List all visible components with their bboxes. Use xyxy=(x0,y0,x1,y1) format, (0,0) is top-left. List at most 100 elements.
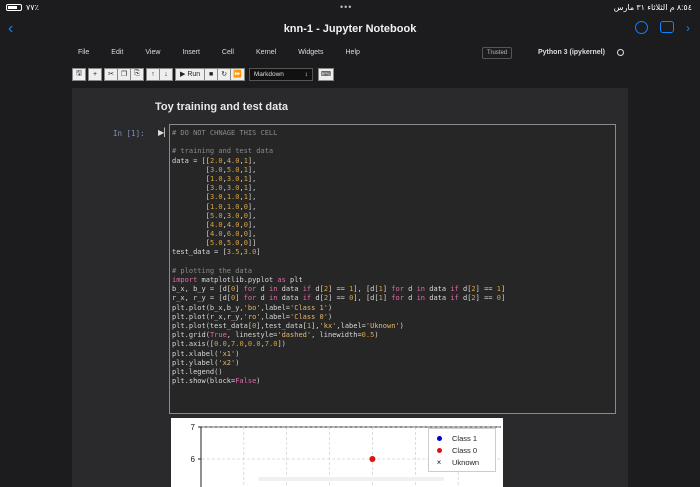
plot-legend: Class 1 Class 0 × Uknown xyxy=(428,428,496,472)
code-token: 5.0 xyxy=(209,211,223,220)
code-token: , linestyle= xyxy=(226,331,278,340)
code-token: d[ xyxy=(458,294,472,303)
status-datetime: ٨:٥٤ م الثلاثاء ٣١ مارس xyxy=(613,3,692,12)
code-token: data xyxy=(425,294,451,303)
code-token: 0.0 xyxy=(214,340,227,349)
code-token: # plotting the data xyxy=(172,266,253,275)
multitask-dots[interactable]: ••• xyxy=(340,2,352,12)
code-token: as xyxy=(277,276,286,284)
legend-entry: Class 1 xyxy=(434,432,490,444)
code-token: ], xyxy=(247,193,257,202)
code-line: [4.0,6.0,0], xyxy=(172,230,613,239)
code-token: plt xyxy=(285,276,303,284)
code-token: ], xyxy=(247,211,257,220)
code-token: plt.grid( xyxy=(172,331,210,340)
code-token: ] == xyxy=(475,285,497,294)
code-token: # DO NOT CHNAGE THIS CELL xyxy=(172,129,278,137)
code-token: ], xyxy=(247,165,257,174)
stop-icon[interactable]: ■ xyxy=(204,67,219,81)
code-token: in xyxy=(416,294,426,303)
code-token: data xyxy=(425,285,451,294)
code-token: ], xyxy=(311,321,320,330)
paste-icon[interactable]: ⎘ xyxy=(130,67,144,81)
code-line: plt.show(block=False) xyxy=(172,377,613,386)
code-line: [4.0,4.0,0], xyxy=(172,221,613,230)
code-token: 3.0 xyxy=(243,248,257,257)
page-title: knn-1 - Jupyter Notebook xyxy=(283,23,417,35)
code-token: 2.0 xyxy=(209,156,223,165)
code-token: ], xyxy=(247,184,257,193)
code-token: r_x, r_y = [d[ xyxy=(172,294,232,303)
code-token: 7.0 xyxy=(231,340,244,349)
arrow-down-icon[interactable]: ↓ xyxy=(159,67,173,81)
code-token: d[ xyxy=(311,294,324,303)
tabs-icon[interactable] xyxy=(660,21,674,33)
menu-item-insert[interactable]: Insert xyxy=(182,49,200,56)
restart-icon[interactable]: ↻ xyxy=(217,67,232,81)
menu-item-help[interactable]: Help xyxy=(346,49,360,56)
code-token: 'Class 1' xyxy=(290,303,328,312)
code-token: ,label= xyxy=(336,321,366,330)
code-token: ) xyxy=(256,377,261,386)
code-token: plt.axis([ xyxy=(172,340,215,349)
legend-marker xyxy=(434,447,444,453)
code-token: ) xyxy=(327,303,333,312)
menu-item-widgets[interactable]: Widgets xyxy=(298,49,323,56)
cell-type-select[interactable]: Markdown ↕ xyxy=(248,67,313,81)
legend-dot-icon xyxy=(436,447,442,453)
keyboard-icon[interactable]: ⌨ xyxy=(317,67,334,81)
menu-item-edit[interactable]: Edit xyxy=(111,49,123,56)
code-token: 3.0 xyxy=(209,165,223,174)
code-token: 3.0 xyxy=(226,174,240,183)
code-token: 5.0 xyxy=(226,239,240,248)
compass-icon[interactable] xyxy=(635,21,648,34)
code-token: ) xyxy=(374,331,379,340)
code-token: 'x1' xyxy=(218,349,236,358)
arrow-up-icon[interactable]: ↑ xyxy=(146,67,160,81)
fast-forward-icon[interactable]: ⏩ xyxy=(230,67,245,81)
kernel-name[interactable]: Python 3 (ipykernel) xyxy=(538,49,605,56)
code-token: 'ro' xyxy=(243,312,261,321)
notebook-toolbar: 🖫 + ✂ ❐ ⎘ ↑ ↓ ▶ Run ■ ↻ ⏩ Markdown ↕ ⌨ xyxy=(72,67,334,81)
y-tick-label: 6 xyxy=(191,455,196,464)
code-line: plt.plot(r_x,r_y,'ro',label='Class 0') xyxy=(172,313,613,322)
code-token: 3.0 xyxy=(226,211,240,220)
code-token: ,label= xyxy=(260,303,291,312)
code-token: [ xyxy=(172,239,210,248)
code-line: plt.ylabel('x2') xyxy=(172,359,613,368)
home-indicator[interactable] xyxy=(258,477,444,481)
code-token: 'bo' xyxy=(243,303,261,312)
nav-actions: › xyxy=(635,21,690,35)
kernel-status-icon xyxy=(617,49,624,56)
menu-items: File Edit View Insert Cell Kernel Widgets Help xyxy=(78,49,382,56)
code-token: [ xyxy=(172,230,210,239)
legend-dot-icon xyxy=(436,435,442,441)
copy-icon[interactable]: ❐ xyxy=(117,67,131,81)
code-token: 'dashed' xyxy=(277,331,312,340)
trusted-badge[interactable]: Trusted xyxy=(482,47,513,59)
code-token: ) xyxy=(235,358,240,367)
code-token: 5.0 xyxy=(226,165,240,174)
code-token: [ xyxy=(172,202,210,211)
code-line: data = [[2.0,4.0,1], xyxy=(172,157,613,166)
menu-item-file[interactable]: File xyxy=(78,49,89,56)
cut-icon[interactable]: ✂ xyxy=(104,67,118,81)
save-icon[interactable]: 🖫 xyxy=(72,67,86,81)
code-line: [1.0,3.0,1], xyxy=(172,175,613,184)
code-token: 3.0 xyxy=(209,193,223,202)
run-button[interactable]: ▶ Run xyxy=(175,67,206,81)
menu-item-kernel[interactable]: Kernel xyxy=(256,49,276,56)
chevron-right-icon[interactable]: › xyxy=(686,21,690,35)
code-token: 4.0 xyxy=(209,230,223,239)
menu-item-cell[interactable]: Cell xyxy=(222,49,234,56)
code-token: ] xyxy=(235,285,244,294)
code-line: plt.xlabel('x1') xyxy=(172,350,613,359)
status-left: ٧٧٪ xyxy=(6,3,39,12)
code-token: 5.0 xyxy=(209,239,223,248)
code-token: ], xyxy=(247,156,257,165)
menu-item-view[interactable]: View xyxy=(145,49,160,56)
plus-icon[interactable]: + xyxy=(88,67,102,81)
code-cell-editor[interactable]: # DO NOT CHNAGE THIS CELL # training and … xyxy=(169,124,616,414)
